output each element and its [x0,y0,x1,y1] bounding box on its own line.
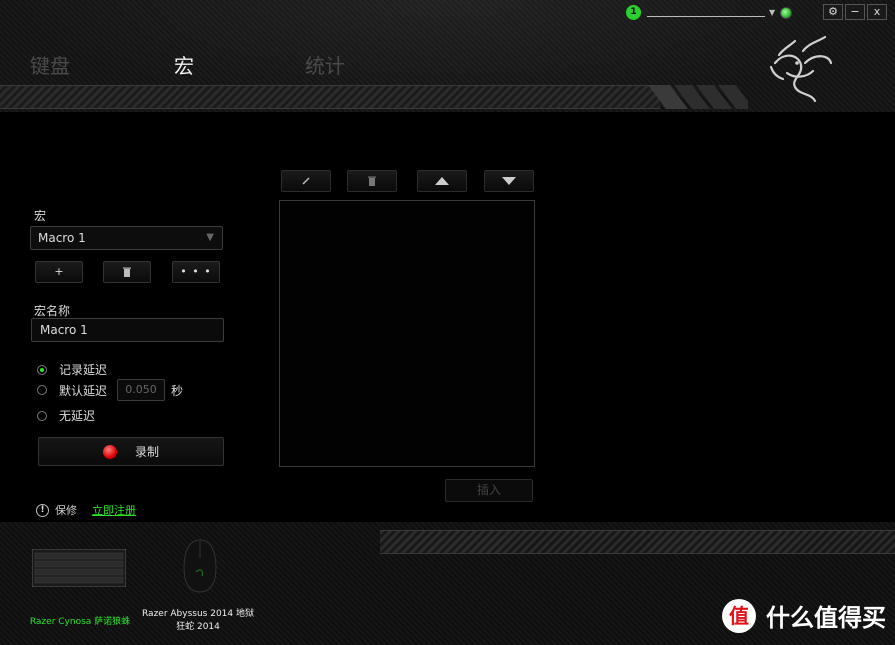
macro-select[interactable]: Macro 1 ▼ [30,226,223,250]
watermark-text: 什么值得买 [766,604,886,632]
radio-selected-icon [37,364,47,375]
radio-no-delay[interactable]: 无延迟 [37,407,95,424]
radio-record-delay[interactable]: 记录延迟 [37,361,107,378]
radio-no-delay-label: 无延迟 [59,409,96,423]
radio-unselected-icon [37,385,47,395]
arrow-down-icon [502,177,516,185]
radio-default-delay[interactable]: 默认延迟 0.050 秒 [37,379,183,401]
header: 1 ▼ ⚙ − x 键盘 宏 统计 [0,0,895,112]
delete-event-button[interactable] [347,170,397,192]
warranty-label: 保修 [55,504,77,517]
info-icon: ! [36,503,49,517]
minimize-button[interactable]: − [845,4,865,20]
record-button[interactable]: 录制 [38,437,224,466]
delay-unit-label: 秒 [171,383,184,398]
tab-macro[interactable]: 宏 [174,50,194,79]
user-area[interactable]: 1 ▼ [626,5,793,20]
tab-keyboard[interactable]: 键盘 [30,50,70,79]
chevron-down-icon[interactable]: ▼ [769,8,775,17]
register-link[interactable]: 立即注册 [92,502,136,518]
footer-decorative-band [380,530,895,554]
synapse-window: 1 ▼ ⚙ − x 键盘 宏 统计 宏 Macro 1 ▼ + • • • 宏名… [0,0,895,645]
default-delay-input[interactable]: 0.050 [117,379,166,401]
trash-icon [368,176,376,186]
online-status-icon [780,6,793,19]
add-macro-button[interactable]: + [35,261,83,283]
move-down-button[interactable] [484,170,534,192]
radio-unselected-icon [37,410,47,421]
main-tabs: 键盘 宏 统计 [30,50,450,80]
edit-event-button[interactable] [281,170,331,192]
profile-badge[interactable]: 1 [626,5,641,20]
radio-default-delay-label: 默认延迟 [59,383,108,398]
trash-icon [123,267,131,277]
device-mouse-name: Razer Abyssus 2014 地狱狂蛇 2014 [142,609,254,632]
macro-events-list[interactable] [279,200,535,467]
macro-select-value: Macro 1 [38,231,86,245]
chevron-down-icon: ▼ [206,232,214,243]
keyboard-image [32,549,126,587]
macro-editor-toolbar [279,170,539,194]
window-controls: ⚙ − x [823,4,887,20]
radio-record-delay-label: 记录延迟 [59,363,108,377]
header-decorative-band [0,85,660,109]
close-button[interactable]: x [867,4,887,20]
user-name-redacted [647,9,765,17]
arrow-up-icon [435,177,449,185]
record-label: 录制 [134,445,159,459]
move-up-button[interactable] [417,170,467,192]
delete-macro-button[interactable] [103,261,151,283]
settings-gear-icon[interactable]: ⚙ [823,4,843,20]
more-options-button[interactable]: • • • [172,261,220,283]
device-keyboard-name: Razer Cynosa 萨诺狼蛛 [29,617,131,627]
tab-stats[interactable]: 统计 [305,50,345,79]
header-stripes-decoration [648,85,748,109]
razer-logo [769,35,833,103]
watermark-logo: 值 [722,598,756,633]
record-icon [102,444,117,459]
mouse-image [183,539,217,593]
edit-icon [302,177,310,185]
warranty-row: ! 保修 立即注册 [36,502,136,518]
macro-name-input[interactable]: Macro 1 [31,318,224,342]
insert-button[interactable]: 插入 [445,479,533,502]
macro-name-label: 宏名称 [34,304,71,318]
watermark: 值 什么值得买 [722,598,886,633]
macro-label: 宏 [34,209,47,223]
